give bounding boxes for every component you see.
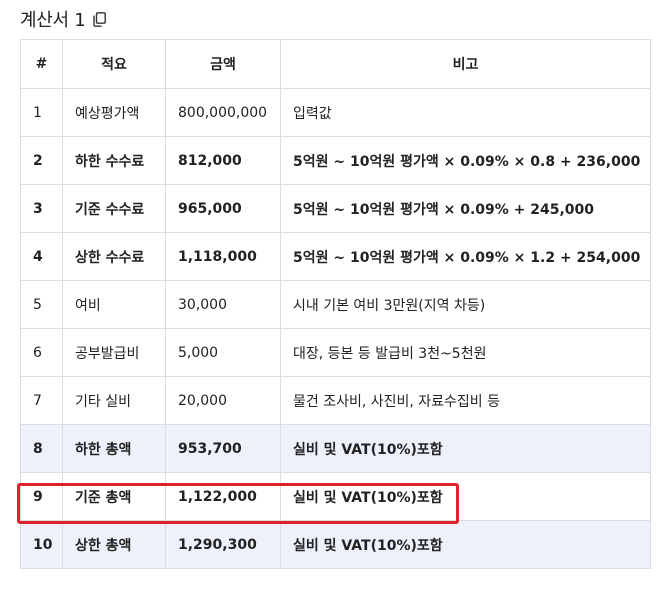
row-note: 입력값 (280, 88, 651, 137)
row-item: 기타 실비 (62, 376, 166, 425)
copy-icon[interactable] (91, 11, 107, 27)
row-note: 물건 조사비, 사진비, 자료수집비 등 (280, 376, 651, 425)
row-note: 실비 및 VAT(10%)포함 (280, 424, 651, 473)
row-number: 10 (20, 520, 63, 569)
row-item: 하한 총액 (62, 424, 166, 473)
section-title-row: 계산서 1 (20, 6, 107, 32)
row-item: 여비 (62, 280, 166, 329)
row-note: 시내 기본 여비 3만원(지역 차등) (280, 280, 651, 329)
table-row: 5 여비 30,000 시내 기본 여비 3만원(지역 차등) (20, 280, 651, 329)
row-item: 기준 총액 (62, 472, 166, 521)
row-item: 기준 수수료 (62, 184, 166, 233)
row-amount: 20,000 (165, 376, 281, 425)
row-amount: 812,000 (165, 136, 281, 185)
table-row: 1 예상평가액 800,000,000 입력값 (20, 88, 651, 137)
row-item: 공부발급비 (62, 328, 166, 377)
table-row: 4 상한 수수료 1,118,000 5억원 ~ 10억원 평가액 × 0.09… (20, 232, 651, 281)
row-item: 상한 수수료 (62, 232, 166, 281)
header-note: 비고 (280, 39, 651, 89)
row-number: 6 (20, 328, 63, 377)
row-note: 실비 및 VAT(10%)포함 (280, 520, 651, 569)
row-amount: 965,000 (165, 184, 281, 233)
row-amount: 1,118,000 (165, 232, 281, 281)
row-number: 2 (20, 136, 63, 185)
row-number: 8 (20, 424, 63, 473)
header-amount: 금액 (165, 39, 281, 89)
table-row: 10 상한 총액 1,290,300 실비 및 VAT(10%)포함 (20, 520, 651, 569)
row-note: 실비 및 VAT(10%)포함 (280, 472, 651, 521)
row-amount: 1,122,000 (165, 472, 281, 521)
row-amount: 30,000 (165, 280, 281, 329)
row-item: 예상평가액 (62, 88, 166, 137)
table-header-row: # 적요 금액 비고 (20, 39, 651, 89)
table-row: 8 하한 총액 953,700 실비 및 VAT(10%)포함 (20, 424, 651, 473)
row-note: 5억원 ~ 10억원 평가액 × 0.09% × 1.2 + 254,000 (280, 232, 651, 281)
row-amount: 800,000,000 (165, 88, 281, 137)
row-number: 7 (20, 376, 63, 425)
row-item: 상한 총액 (62, 520, 166, 569)
table-row: 7 기타 실비 20,000 물건 조사비, 사진비, 자료수집비 등 (20, 376, 651, 425)
row-number: 3 (20, 184, 63, 233)
row-number: 1 (20, 88, 63, 137)
table-row: 2 하한 수수료 812,000 5억원 ~ 10억원 평가액 × 0.09% … (20, 136, 651, 185)
row-amount: 5,000 (165, 328, 281, 377)
table-row: 9 기준 총액 1,122,000 실비 및 VAT(10%)포함 (20, 472, 651, 521)
section-title: 계산서 1 (20, 10, 86, 31)
header-item: 적요 (62, 39, 166, 89)
row-amount: 953,700 (165, 424, 281, 473)
row-number: 4 (20, 232, 63, 281)
row-amount: 1,290,300 (165, 520, 281, 569)
row-note: 대장, 등본 등 발급비 3천~5천원 (280, 328, 651, 377)
header-number: # (20, 39, 63, 89)
table-row: 3 기준 수수료 965,000 5억원 ~ 10억원 평가액 × 0.09% … (20, 184, 651, 233)
row-number: 5 (20, 280, 63, 329)
table-row: 6 공부발급비 5,000 대장, 등본 등 발급비 3천~5천원 (20, 328, 651, 377)
row-note: 5억원 ~ 10억원 평가액 × 0.09% × 0.8 + 236,000 (280, 136, 651, 185)
row-item: 하한 수수료 (62, 136, 166, 185)
fee-calculation-table: # 적요 금액 비고 1 예상평가액 800,000,000 입력값 2 하한 … (20, 39, 651, 569)
row-note: 5억원 ~ 10억원 평가액 × 0.09% + 245,000 (280, 184, 651, 233)
row-number: 9 (20, 472, 63, 521)
